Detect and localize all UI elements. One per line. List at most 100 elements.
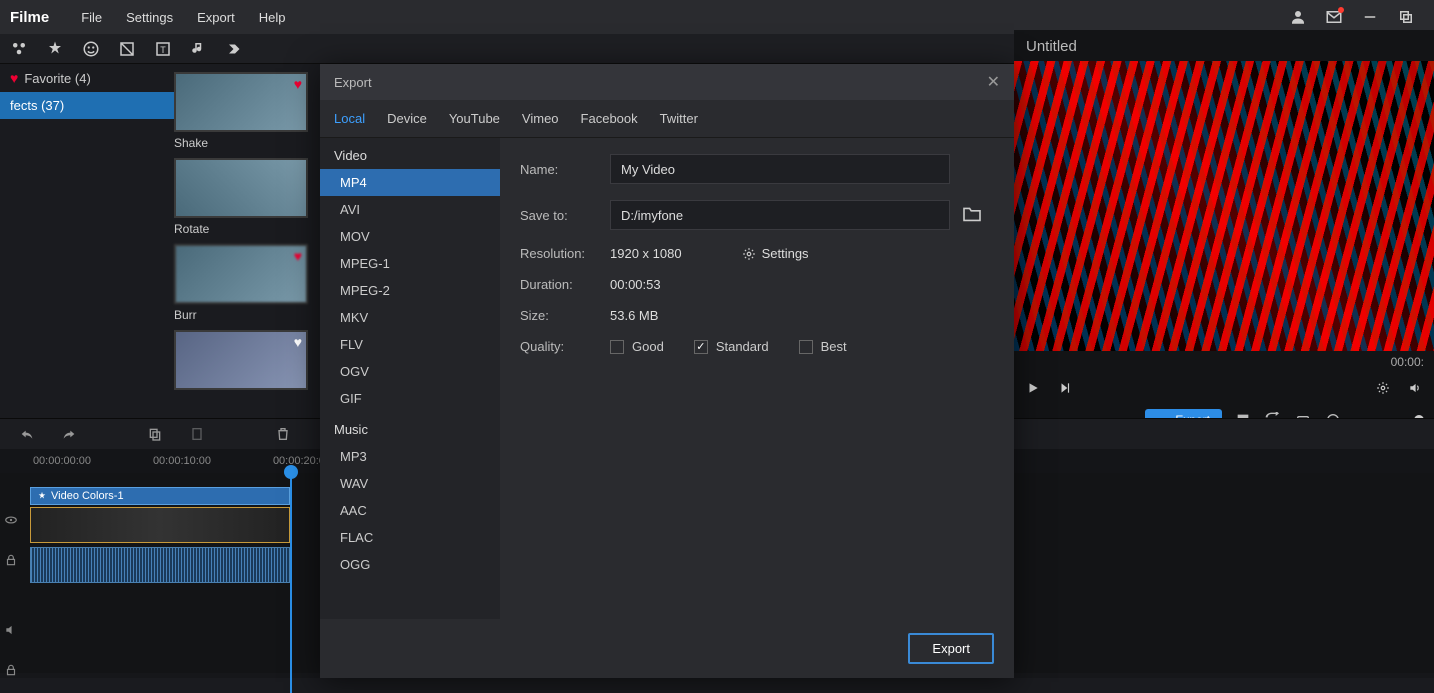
text-icon[interactable]: T: [152, 38, 174, 60]
format-list: Video MP4 AVI MOV MPEG-1 MPEG-2 MKV FLV …: [320, 138, 500, 619]
clip-video[interactable]: [30, 507, 290, 543]
effect-item[interactable]: ♥ Burr: [174, 244, 334, 322]
settings-link[interactable]: Settings: [742, 246, 809, 261]
sidebar-effects[interactable]: fects (37): [0, 92, 174, 119]
heart-icon: ♥: [294, 334, 302, 350]
effect-thumb: ♥: [174, 330, 308, 390]
format-mpeg2[interactable]: MPEG-2: [320, 277, 500, 304]
close-icon[interactable]: ✕: [987, 72, 1000, 92]
clip-effect[interactable]: Video Colors-1: [30, 487, 290, 505]
lock-icon[interactable]: [4, 663, 20, 679]
effect-thumb: ♥: [174, 244, 308, 304]
transition-icon[interactable]: [224, 38, 246, 60]
effect-label: Shake: [174, 136, 334, 150]
effect-item[interactable]: Rotate: [174, 158, 334, 236]
resolution-value: 1920 x 1080: [610, 246, 682, 261]
format-wav[interactable]: WAV: [320, 470, 500, 497]
preview-title: Untitled: [1014, 30, 1434, 57]
sticker-icon[interactable]: [80, 38, 102, 60]
tab-twitter[interactable]: Twitter: [660, 111, 698, 126]
format-head-video: Video: [320, 138, 500, 169]
size-value: 53.6 MB: [610, 308, 658, 323]
format-mkv[interactable]: MKV: [320, 304, 500, 331]
quality-label: Quality:: [520, 339, 610, 354]
minimize-icon[interactable]: [1358, 5, 1382, 29]
format-flac[interactable]: FLAC: [320, 524, 500, 551]
lock-icon[interactable]: [4, 553, 20, 569]
menu-file[interactable]: File: [69, 10, 114, 25]
clip-audio[interactable]: [30, 547, 290, 583]
svg-text:T: T: [160, 44, 166, 54]
sidebar-favorite[interactable]: ♥ Favorite (4): [0, 64, 174, 92]
maximize-icon[interactable]: [1394, 5, 1418, 29]
settings-link-label: Settings: [762, 246, 809, 261]
tab-facebook[interactable]: Facebook: [581, 111, 638, 126]
playhead[interactable]: [290, 473, 292, 693]
media-icon[interactable]: [8, 38, 30, 60]
effect-thumb: ♥: [174, 72, 308, 132]
format-ogv[interactable]: OGV: [320, 358, 500, 385]
format-mp4[interactable]: MP4: [320, 169, 500, 196]
clip-label: Video Colors-1: [51, 490, 124, 502]
sidebar-favorite-label: Favorite (4): [24, 71, 90, 86]
heart-icon: ♥: [294, 248, 302, 264]
heart-icon: ♥: [294, 76, 302, 92]
duration-value: 00:00:53: [610, 277, 661, 292]
tab-vimeo[interactable]: Vimeo: [522, 111, 559, 126]
effect-item[interactable]: ♥ Shake: [174, 72, 334, 150]
saveto-label: Save to:: [520, 208, 610, 223]
resolution-label: Resolution:: [520, 246, 610, 261]
effect-thumb: [174, 158, 308, 218]
menu-help[interactable]: Help: [247, 10, 298, 25]
export-dialog: Export ✕ Local Device YouTube Vimeo Face…: [320, 64, 1014, 678]
quality-standard[interactable]: Standard: [694, 339, 769, 354]
format-flv[interactable]: FLV: [320, 331, 500, 358]
heart-icon: ♥: [10, 70, 18, 86]
dialog-tabs: Local Device YouTube Vimeo Facebook Twit…: [320, 100, 1014, 138]
saveto-input[interactable]: [610, 200, 950, 230]
app-logo: Filme: [10, 9, 49, 26]
folder-icon[interactable]: [962, 206, 982, 225]
export-button[interactable]: Export: [908, 633, 994, 664]
duration-label: Duration:: [520, 277, 610, 292]
format-gif[interactable]: GIF: [320, 385, 500, 412]
paste-icon[interactable]: [188, 425, 206, 443]
name-input[interactable]: [610, 154, 950, 184]
menu-export[interactable]: Export: [185, 10, 247, 25]
undo-icon[interactable]: [18, 425, 36, 443]
delete-icon[interactable]: [274, 425, 292, 443]
effect-item[interactable]: ♥: [174, 330, 334, 390]
mail-icon[interactable]: [1322, 5, 1346, 29]
tab-device[interactable]: Device: [387, 111, 427, 126]
tab-youtube[interactable]: YouTube: [449, 111, 500, 126]
quality-best[interactable]: Best: [799, 339, 847, 354]
tick: 00:00:10:00: [153, 455, 211, 467]
audio-icon[interactable]: [188, 38, 210, 60]
dialog-footer: Export: [320, 619, 1014, 678]
copy-icon[interactable]: [146, 425, 164, 443]
redo-icon[interactable]: [60, 425, 78, 443]
menu-settings[interactable]: Settings: [114, 10, 185, 25]
quality-good[interactable]: Good: [610, 339, 664, 354]
eye-icon[interactable]: [4, 513, 20, 529]
menu-bar: Filme File Settings Export Help: [0, 0, 1434, 34]
format-mpeg1[interactable]: MPEG-1: [320, 250, 500, 277]
sidebar-effects-label: fects (37): [10, 98, 64, 113]
dialog-body: Video MP4 AVI MOV MPEG-1 MPEG-2 MKV FLV …: [320, 138, 1014, 619]
quality-best-label: Best: [821, 339, 847, 354]
quality-standard-label: Standard: [716, 339, 769, 354]
effects-icon[interactable]: [44, 38, 66, 60]
speaker-icon[interactable]: [4, 623, 20, 639]
account-icon[interactable]: [1286, 5, 1310, 29]
format-aac[interactable]: AAC: [320, 497, 500, 524]
format-mp3[interactable]: MP3: [320, 443, 500, 470]
dialog-header: Export ✕: [320, 64, 1014, 100]
dialog-title: Export: [334, 75, 372, 90]
tab-local[interactable]: Local: [334, 111, 365, 126]
format-mov[interactable]: MOV: [320, 223, 500, 250]
format-avi[interactable]: AVI: [320, 196, 500, 223]
export-settings: Name: Save to: Resolution: 1920 x 1080 S…: [500, 138, 1014, 619]
overlay-icon[interactable]: [116, 38, 138, 60]
format-head-music: Music: [320, 412, 500, 443]
format-ogg[interactable]: OGG: [320, 551, 500, 578]
